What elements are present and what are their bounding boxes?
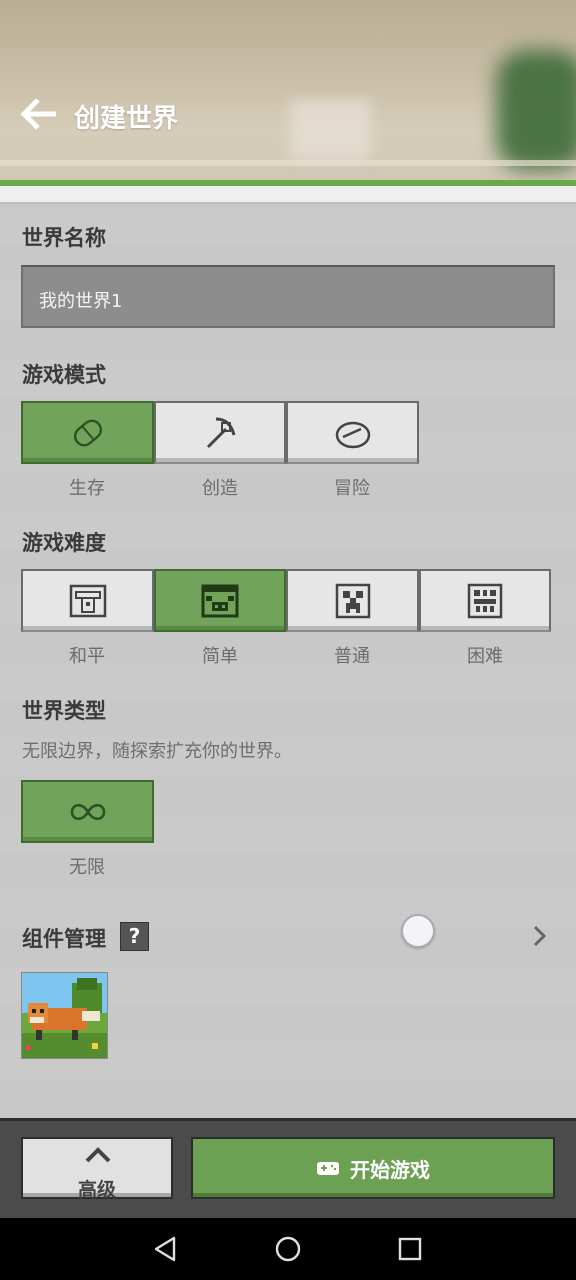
back-button[interactable]: [20, 96, 60, 132]
addon-pack-thumbnail[interactable]: [21, 972, 108, 1059]
difficulty-peaceful-label: 和平: [69, 646, 105, 667]
header-banner: [0, 0, 576, 186]
creeper-icon: [335, 583, 370, 618]
world-name-label: 世界名称: [22, 226, 106, 250]
peaceful-icon: [69, 584, 106, 617]
start-game-label: 开始游戏: [350, 1157, 430, 1182]
addons-label: 组件管理: [22, 927, 106, 951]
mode-creative-button[interactable]: [154, 401, 286, 464]
mode-survival-label: 生存: [69, 478, 105, 499]
help-icon[interactable]: ?: [120, 922, 149, 951]
nav-recents-icon[interactable]: [397, 1236, 423, 1262]
mode-adventure-button[interactable]: [286, 401, 419, 464]
back-arrow-icon: [20, 98, 56, 130]
ghast-icon: [467, 583, 503, 618]
banner-highlight: [290, 100, 370, 160]
world-type-description: 无限边界，随探索扩充你的世界。: [22, 741, 292, 762]
difficulty-hard-label: 困难: [467, 646, 503, 667]
nav-back-icon[interactable]: [152, 1236, 178, 1262]
world-type-label: 世界类型: [22, 699, 106, 723]
difficulty-normal-label: 普通: [334, 646, 370, 667]
advanced-label: 高级: [77, 1179, 116, 1201]
compass-icon: [335, 421, 370, 448]
mode-creative-label: 创造: [202, 478, 238, 499]
survival-icon: [73, 419, 102, 446]
advanced-settings-button[interactable]: 高级: [21, 1137, 173, 1201]
banner-foliage: [496, 50, 576, 170]
gamepad-icon: [317, 1162, 339, 1175]
difficulty-label: 游戏难度: [22, 531, 106, 555]
mode-survival-button[interactable]: [21, 401, 154, 464]
difficulty-easy-label: 简单: [202, 646, 238, 667]
pickaxe-icon: [206, 417, 236, 448]
nav-home-icon[interactable]: [275, 1236, 301, 1262]
page-title: 创建世界: [74, 104, 179, 134]
header-separator: [0, 186, 576, 204]
game-mode-label: 游戏模式: [22, 363, 106, 387]
world-name-input[interactable]: 我的世界1: [21, 265, 555, 328]
difficulty-hard-button[interactable]: [419, 569, 551, 632]
difficulty-easy-button[interactable]: [154, 569, 286, 632]
addons-toggle-knob[interactable]: [401, 914, 435, 948]
addons-chevron-right-icon[interactable]: [530, 922, 550, 950]
start-game-button[interactable]: 开始游戏: [191, 1137, 555, 1199]
pig-icon: [201, 584, 239, 617]
difficulty-peaceful-button[interactable]: [21, 569, 154, 632]
mode-adventure-label: 冒险: [334, 478, 370, 499]
infinity-icon: [70, 803, 105, 820]
world-type-infinite-button[interactable]: [21, 780, 154, 843]
world-type-infinite-label: 无限: [69, 857, 105, 878]
banner-stripe: [0, 160, 576, 166]
difficulty-normal-button[interactable]: [286, 569, 419, 632]
chevron-up-icon: [85, 1147, 111, 1163]
